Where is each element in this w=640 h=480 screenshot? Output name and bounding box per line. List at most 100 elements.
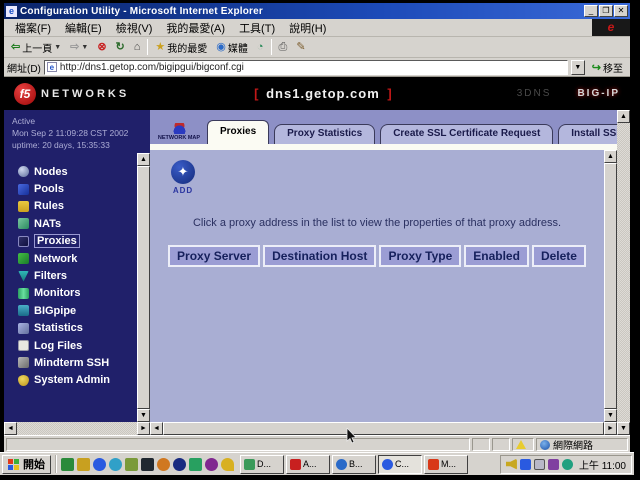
print-icon: ⎙ [279, 42, 288, 53]
forward-button[interactable]: ⇨ ▼ [66, 41, 92, 54]
url-dropdown-icon[interactable]: ▼ [571, 60, 585, 75]
menu-file[interactable]: 檔案(F) [8, 19, 58, 37]
menu-help[interactable]: 說明(H) [282, 19, 333, 37]
product-3dns[interactable]: 3DNS [517, 88, 552, 99]
media-button[interactable]: ◉ 媒體 [212, 39, 252, 56]
scroll-left-icon[interactable]: ◄ [4, 422, 17, 435]
bracket-right: ] [387, 86, 391, 101]
edit-button[interactable]: ✎ [292, 41, 309, 54]
sidebar-item-proxies[interactable]: Proxies [18, 233, 137, 250]
sidebar-item-monitors[interactable]: Monitors [18, 285, 137, 302]
tab-create-ssl-certificate-request[interactable]: Create SSL Certificate Request [380, 124, 553, 144]
taskbar: 開始 D... A... B... C... M... [0, 452, 634, 475]
display-icon[interactable] [534, 459, 545, 470]
go-button[interactable]: ↪ 移至 [588, 60, 627, 75]
scrollbar-thumb[interactable] [604, 163, 617, 409]
add-icon[interactable]: ✦ [171, 160, 195, 184]
quicklaunch-icon[interactable] [93, 458, 106, 471]
scroll-down-icon[interactable]: ▼ [137, 409, 150, 422]
quicklaunch-icon[interactable] [109, 458, 122, 471]
menu-view[interactable]: 檢視(V) [109, 19, 160, 37]
history-button[interactable]: ◔ [253, 41, 268, 54]
filters-icon [18, 271, 29, 282]
page-vertical-scrollbar[interactable]: ▲ ▼ [617, 110, 630, 435]
menu-edit[interactable]: 編輯(E) [58, 19, 109, 37]
tray-icon[interactable] [548, 459, 559, 470]
menu-tools[interactable]: 工具(T) [232, 19, 282, 37]
task-button[interactable]: D... [240, 455, 284, 474]
mouse-cursor [346, 428, 358, 446]
task-buttons: D... A... B... C... M... [236, 455, 498, 474]
url-input[interactable]: e http://dns1.getop.com/bigipgui/bigconf… [44, 60, 568, 75]
tray-icon[interactable] [520, 459, 531, 470]
window-title: Configuration Utility - Microsoft Intern… [20, 6, 583, 17]
favorites-icon: ★ [155, 42, 165, 53]
scroll-down-icon[interactable]: ▼ [617, 422, 630, 435]
print-button[interactable]: ⎙ [275, 41, 292, 54]
scrollbar-track[interactable] [617, 123, 630, 422]
quicklaunch-icon[interactable] [221, 458, 234, 471]
sidebar-horizontal-scrollbar[interactable]: ◄ ► [4, 422, 150, 435]
tab-install-ssl-certificate[interactable]: Install SSL Certifi [558, 124, 617, 144]
taskbar-clock[interactable]: 上午 11:00 [579, 457, 626, 472]
sidebar-item-statistics[interactable]: Statistics [18, 320, 137, 337]
quicklaunch-icon[interactable] [77, 458, 90, 471]
quicklaunch-icon[interactable] [125, 458, 138, 471]
add-proxy-button[interactable]: ✦ ADD [166, 160, 200, 195]
scroll-right-icon[interactable]: ► [604, 422, 617, 435]
task-icon [428, 459, 439, 470]
sidebar-item-rules[interactable]: Rules [18, 198, 137, 215]
sidebar-item-nodes[interactable]: Nodes [18, 163, 137, 180]
task-button-active[interactable]: C... [378, 455, 422, 474]
tray-icon[interactable] [562, 459, 573, 470]
quicklaunch-icon[interactable] [141, 458, 154, 471]
stop-button[interactable]: ⊗ [93, 41, 110, 54]
back-button[interactable]: ⇦ 上一頁 ▼ [7, 39, 65, 56]
start-button[interactable]: 開始 [2, 455, 51, 474]
content-vertical-scrollbar[interactable]: ▲ ▼ [604, 150, 617, 422]
task-button[interactable]: M... [424, 455, 468, 474]
forward-dropdown-icon[interactable]: ▼ [81, 44, 88, 51]
sidebar-item-system-admin[interactable]: System Admin [18, 372, 137, 389]
scrollbar-thumb[interactable] [137, 166, 150, 409]
sidebar-item-mindterm-ssh[interactable]: Mindterm SSH [18, 354, 137, 371]
sidebar-item-nats[interactable]: NATs [18, 215, 137, 232]
close-button[interactable]: ✕ [614, 5, 628, 17]
network-map-button[interactable]: NETWORK MAP [156, 123, 202, 144]
quicklaunch-icon[interactable] [157, 458, 170, 471]
volume-icon[interactable] [506, 459, 517, 470]
scrollbar-thumb[interactable] [163, 422, 604, 435]
scroll-up-icon[interactable]: ▲ [604, 150, 617, 163]
scrollbar-track[interactable] [17, 422, 137, 435]
quicklaunch-icon[interactable] [173, 458, 186, 471]
quicklaunch-icon[interactable] [189, 458, 202, 471]
product-bigip[interactable]: BIG-IP [577, 88, 620, 99]
edit-icon: ✎ [296, 42, 305, 53]
sidebar-item-bigpipe[interactable]: BIGpipe [18, 302, 137, 319]
quicklaunch-icon[interactable] [61, 458, 74, 471]
refresh-button[interactable]: ↻ [112, 41, 129, 54]
sidebar-item-network[interactable]: Network [18, 250, 137, 267]
scroll-right-icon[interactable]: ► [137, 422, 150, 435]
quicklaunch-icon[interactable] [205, 458, 218, 471]
sidebar-vertical-scrollbar[interactable]: ▲ ▼ [137, 153, 150, 422]
scroll-up-icon[interactable]: ▲ [137, 153, 150, 166]
content-horizontal-scrollbar[interactable]: ◄ ► [150, 422, 617, 435]
sidebar-item-filters[interactable]: Filters [18, 267, 137, 284]
scroll-down-icon[interactable]: ▼ [604, 409, 617, 422]
menu-favorites[interactable]: 我的最愛(A) [159, 19, 232, 37]
home-button[interactable]: ⌂ [130, 41, 145, 54]
maximize-button[interactable]: ❐ [599, 5, 613, 17]
sidebar-item-pools[interactable]: Pools [18, 180, 137, 197]
scroll-up-icon[interactable]: ▲ [617, 110, 630, 123]
task-button[interactable]: B... [332, 455, 376, 474]
minimize-button[interactable]: _ [584, 5, 598, 17]
sidebar-item-log-files[interactable]: Log Files [18, 337, 137, 354]
scroll-left-icon[interactable]: ◄ [150, 422, 163, 435]
task-button[interactable]: A... [286, 455, 330, 474]
product-links: 3DNS BIG-IP [517, 88, 620, 99]
back-dropdown-icon[interactable]: ▼ [54, 44, 61, 51]
tab-proxies[interactable]: Proxies [207, 120, 269, 144]
tab-proxy-statistics[interactable]: Proxy Statistics [274, 124, 375, 144]
favorites-button[interactable]: ★ 我的最愛 [151, 39, 211, 56]
